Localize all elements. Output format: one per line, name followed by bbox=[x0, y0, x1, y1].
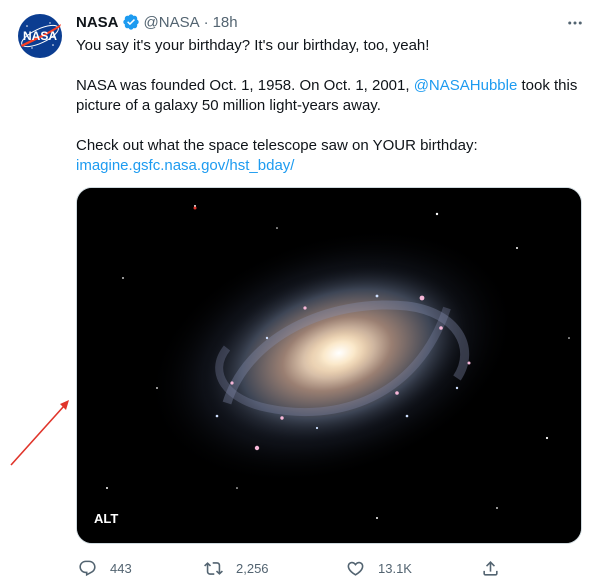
like-icon bbox=[347, 561, 364, 576]
tweet-line-2-start: NASA was founded Oct. 1, 1958. On Oct. 1… bbox=[76, 77, 414, 94]
tweet-line-2: NASA was founded Oct. 1, 1958. On Oct. 1… bbox=[76, 76, 586, 116]
retweet-icon bbox=[204, 561, 223, 575]
url-link[interactable]: imagine.gsfc.nasa.gov/hst_bday/ bbox=[76, 157, 294, 174]
tweet: NASA NASA @NASA · 18h You say it's your … bbox=[0, 0, 604, 588]
mention-link[interactable]: @NASAHubble bbox=[414, 77, 518, 94]
retweet-count: 2,256 bbox=[236, 560, 269, 576]
more-icon[interactable] bbox=[564, 12, 586, 34]
separator-dot: · bbox=[203, 13, 209, 31]
action-bar: 443 2,256 13.1K bbox=[76, 556, 586, 580]
tweet-header: NASA @NASA · 18h bbox=[76, 10, 238, 34]
avatar[interactable]: NASA bbox=[16, 12, 64, 60]
share-icon bbox=[483, 560, 498, 576]
share-button[interactable] bbox=[481, 556, 500, 580]
author-name[interactable]: NASA bbox=[76, 14, 119, 31]
tweet-text: You say it's your birthday? It's our bir… bbox=[76, 36, 586, 176]
reply-count: 443 bbox=[110, 560, 132, 576]
author-handle[interactable]: @NASA bbox=[144, 14, 200, 31]
verified-icon bbox=[122, 13, 140, 31]
nasa-logo: NASA bbox=[18, 14, 62, 58]
galaxy-image bbox=[77, 188, 581, 543]
tweet-line-1: You say it's your birthday? It's our bir… bbox=[76, 37, 430, 54]
tweet-time[interactable]: 18h bbox=[213, 14, 238, 31]
alt-badge[interactable]: ALT bbox=[89, 509, 124, 529]
like-button[interactable]: 13.1K bbox=[346, 556, 412, 580]
avatar-text: NASA bbox=[23, 29, 57, 43]
reply-button[interactable]: 443 bbox=[78, 556, 132, 580]
tweet-line-3: Check out what the space telescope saw o… bbox=[76, 137, 478, 154]
retweet-button[interactable]: 2,256 bbox=[204, 556, 269, 580]
reply-icon bbox=[79, 560, 96, 576]
like-count: 13.1K bbox=[378, 560, 412, 576]
media-image[interactable]: ALT bbox=[76, 187, 582, 544]
